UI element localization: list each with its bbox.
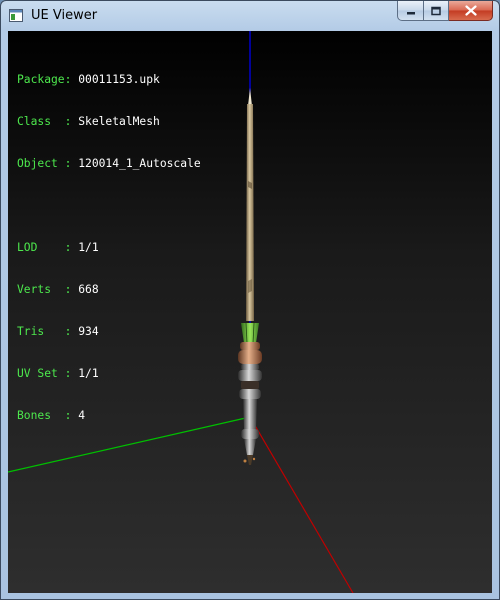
window-bottom-border[interactable] (1, 593, 499, 600)
info-row-verts: Verts : 668 (17, 283, 201, 297)
info-label: LOD : (17, 241, 79, 254)
window-title: UE Viewer (31, 8, 98, 23)
info-value: SkeletalMesh (78, 115, 160, 128)
info-row-lod: LOD : 1/1 (17, 241, 201, 255)
info-row-class: Class : SkeletalMesh (17, 115, 201, 129)
minimize-icon (406, 11, 415, 14)
app-icon (9, 9, 23, 22)
info-row-object: Object : 120014_1_Autoscale (17, 157, 201, 171)
close-button[interactable] (449, 1, 493, 21)
info-label: UV Set : (17, 367, 79, 380)
info-label: Object : (17, 157, 79, 170)
info-row-package: Package: 00011153.upk (17, 73, 201, 87)
maximize-button[interactable] (424, 1, 449, 21)
minimize-button[interactable] (397, 1, 424, 21)
maximize-icon (431, 6, 441, 15)
info-label: Verts : (17, 283, 79, 296)
close-icon (464, 5, 477, 16)
3d-viewport[interactable]: Package: 00011153.upk Class : SkeletalMe… (8, 31, 492, 593)
info-value: 00011153.upk (78, 73, 160, 86)
info-label: Package: (17, 73, 79, 86)
info-label: Class : (17, 115, 79, 128)
skeletal-mesh-model (238, 88, 262, 465)
title-bar[interactable]: UE Viewer (1, 1, 499, 31)
window-controls (397, 1, 493, 21)
info-row-bones: Bones : 4 (17, 409, 201, 423)
info-value: 1/1 (78, 241, 99, 254)
info-value: 668 (78, 283, 99, 296)
info-row-tris: Tris : 934 (17, 325, 201, 339)
app-window: UE Viewer Package: 00011153.upk Class: … (0, 0, 500, 600)
info-value: 1/1 (78, 367, 99, 380)
mesh-info-overlay: Package: 00011153.upk Class : SkeletalMe… (17, 45, 201, 451)
info-value: 4 (78, 409, 86, 422)
info-row-uvset: UV Set : 1/1 (17, 367, 201, 381)
info-value: 934 (78, 325, 99, 338)
info-label: Tris : (17, 325, 79, 338)
info-value: 120014_1_Autoscale (78, 157, 201, 170)
axis-x-line (249, 416, 354, 593)
info-label: Bones : (17, 409, 79, 422)
